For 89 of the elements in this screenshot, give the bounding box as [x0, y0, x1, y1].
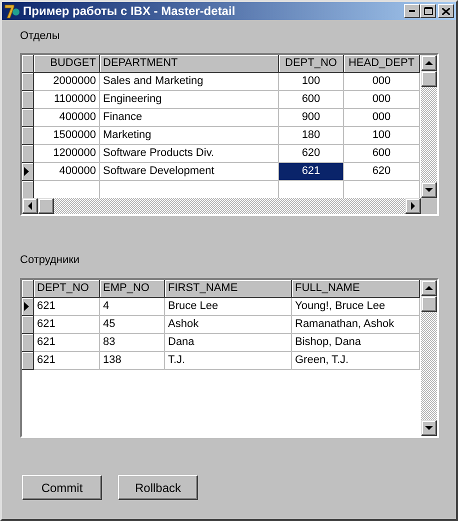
table-cell[interactable]: 621	[34, 298, 100, 316]
down-arrow-icon	[425, 426, 433, 430]
table-cell[interactable]: 600	[344, 145, 420, 163]
table-cell[interactable]: Bruce Lee	[165, 298, 292, 316]
row-indicator[interactable]	[22, 91, 34, 109]
table-cell[interactable]: 180	[279, 127, 344, 145]
table-cell[interactable]: 2000000	[34, 73, 100, 91]
table-cell[interactable]: 900	[279, 109, 344, 127]
down-arrow-icon	[425, 188, 433, 192]
vertical-scrollbar[interactable]	[421, 280, 437, 436]
window-title: Пример работы с IBX - Master-detail	[23, 4, 236, 18]
table-cell[interactable]: 1200000	[34, 145, 100, 163]
row-indicator[interactable]	[22, 352, 34, 370]
table-cell[interactable]: Sales and Marketing	[100, 73, 279, 91]
table-cell[interactable]: 621	[34, 316, 100, 334]
column-header[interactable]: FULL_NAME	[292, 280, 420, 298]
table-cell[interactable]: 620	[344, 163, 420, 181]
table-cell[interactable]: Software Development	[100, 163, 279, 181]
table-cell[interactable]: 1500000	[34, 127, 100, 145]
table-cell[interactable]: 400000	[34, 109, 100, 127]
corner-cell	[22, 55, 34, 73]
scrollbar-corner	[421, 198, 437, 214]
table-cell[interactable]: Engineering	[100, 91, 279, 109]
column-header[interactable]: BUDGET	[34, 55, 100, 73]
scroll-thumb[interactable]	[421, 71, 437, 87]
table-cell[interactable]: 45	[100, 316, 165, 334]
table-cell[interactable]: 83	[100, 334, 165, 352]
table-cell[interactable]: 000	[344, 109, 420, 127]
column-header[interactable]: DEPT_NO	[279, 55, 344, 73]
table-cell[interactable]: Marketing	[100, 127, 279, 145]
scroll-thumb[interactable]	[38, 198, 54, 214]
table-cell[interactable]: 000	[344, 73, 420, 91]
table-cell[interactable]: 400000	[34, 163, 100, 181]
row-indicator[interactable]	[22, 163, 34, 181]
corner-cell	[22, 280, 34, 298]
row-indicator[interactable]	[22, 181, 34, 198]
table-cell[interactable]: 600	[279, 91, 344, 109]
row-indicator[interactable]	[22, 127, 34, 145]
table-cell[interactable]: Young!, Bruce Lee	[292, 298, 420, 316]
section-label: Отделы	[20, 30, 61, 44]
close-button[interactable]	[438, 4, 454, 18]
column-header[interactable]: DEPARTMENT	[100, 55, 279, 73]
section-label: Сотрудники	[20, 254, 81, 268]
table-cell[interactable]: Ashok	[165, 316, 292, 334]
horizontal-scrollbar[interactable]	[22, 198, 437, 214]
row-indicator[interactable]	[22, 298, 34, 316]
table-cell[interactable]: 000	[344, 91, 420, 109]
column-header[interactable]: FIRST_NAME	[165, 280, 292, 298]
table-cell[interactable]: Dana	[165, 334, 292, 352]
current-row-icon	[24, 167, 29, 176]
data-grid[interactable]	[20, 53, 439, 216]
action-button[interactable]: Commit	[22, 475, 102, 500]
table-cell[interactable]: Software Products Div.	[100, 145, 279, 163]
scroll-thumb[interactable]	[421, 296, 437, 312]
action-button[interactable]: Rollback	[118, 475, 198, 500]
table-cell[interactable]: Ramanathan, Ashok	[292, 316, 420, 334]
table-cell[interactable]: 621	[279, 163, 344, 181]
row-indicator[interactable]	[22, 73, 34, 91]
up-arrow-icon	[425, 60, 433, 64]
row-indicator[interactable]	[22, 316, 34, 334]
table-cell[interactable]: 621	[34, 352, 100, 370]
data-grid[interactable]: DEPT_NO EMP_NO FIRST_NAME FULL_NAME 621 4 Bruce Lee Young!, Bruce Lee 621 45 Ashok Ramanathan, Ashok 621 83 Dana Bishop, Dana 621 138 T.J. Green, T.J.	[20, 278, 439, 438]
vertical-scrollbar[interactable]	[421, 55, 437, 198]
table-cell[interactable]: 621	[34, 334, 100, 352]
close-icon	[442, 8, 450, 14]
column-header[interactable]: EMP_NO	[100, 280, 165, 298]
table-cell[interactable]: 100	[344, 127, 420, 145]
left-arrow-icon	[28, 202, 32, 210]
table-cell[interactable]: 4	[100, 298, 165, 316]
right-arrow-icon	[410, 202, 414, 210]
table-cell[interactable]: T.J.	[165, 352, 292, 370]
row-indicator[interactable]	[22, 145, 34, 163]
up-arrow-icon	[425, 286, 433, 290]
minimize-button[interactable]	[404, 4, 420, 18]
row-indicator[interactable]	[22, 334, 34, 352]
minimize-icon	[409, 10, 415, 12]
table-cell[interactable]: 100	[279, 73, 344, 91]
column-header[interactable]: HEAD_DEPT	[344, 55, 420, 73]
current-row-icon	[24, 302, 29, 311]
row-indicator[interactable]	[22, 109, 34, 127]
maximize-button[interactable]	[420, 4, 436, 18]
table-cell[interactable]: Green, T.J.	[292, 352, 420, 370]
app-logo-icon	[4, 3, 20, 19]
table-cell[interactable]: Finance	[100, 109, 279, 127]
table-cell[interactable]: Bishop, Dana	[292, 334, 420, 352]
table-cell[interactable]: 138	[100, 352, 165, 370]
table-cell[interactable]: 1100000	[34, 91, 100, 109]
column-header[interactable]: DEPT_NO	[34, 280, 100, 298]
maximize-icon	[424, 7, 432, 15]
